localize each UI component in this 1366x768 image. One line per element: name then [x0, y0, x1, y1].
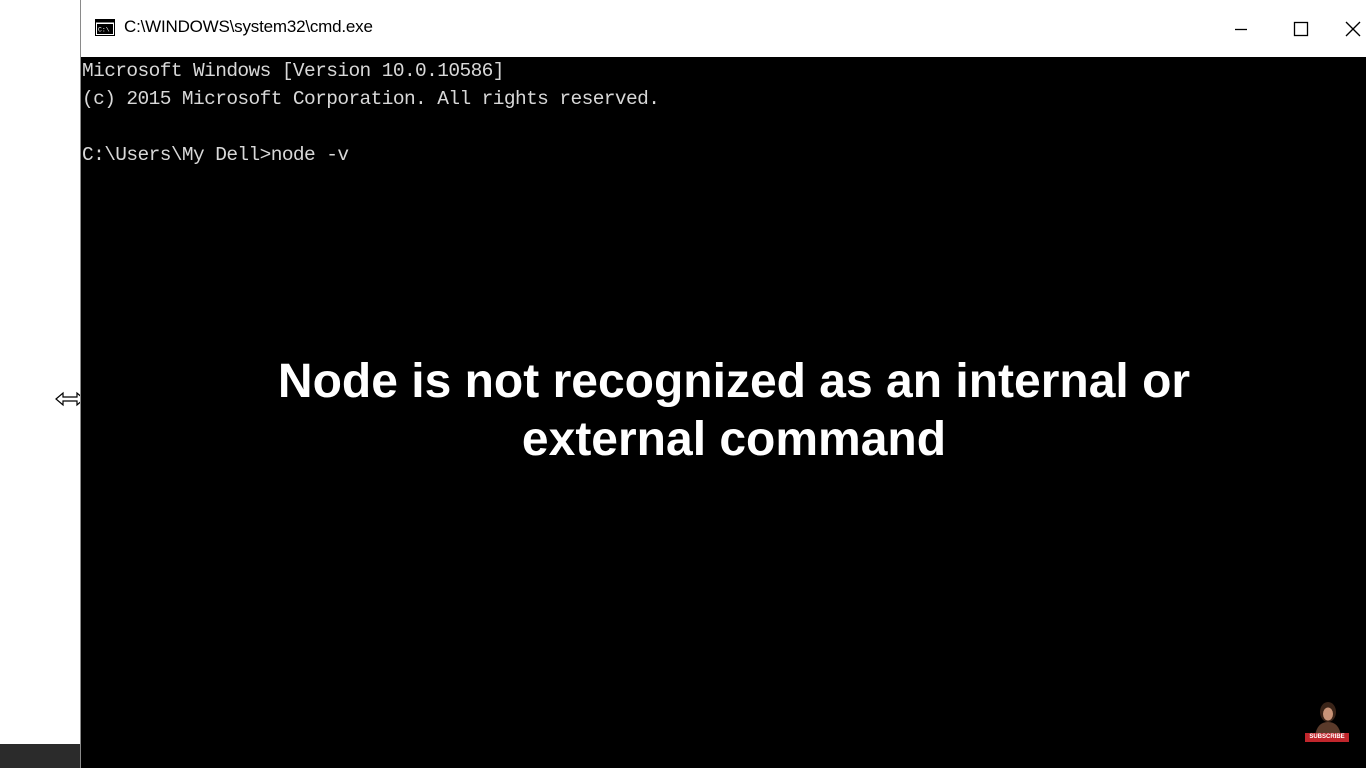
- taskbar-strip: [0, 744, 80, 768]
- cmd-window[interactable]: C:\ C:\WINDOWS\system32\cmd.exe Microsof…: [80, 0, 1366, 768]
- console-line: (c) 2015 Microsoft Corporation. All righ…: [82, 88, 660, 110]
- maximize-icon: [1293, 21, 1309, 36]
- desktop-background: [0, 0, 80, 768]
- subscribe-label: SUBSCRIBE: [1305, 733, 1349, 742]
- overlay-caption: Node is not recognized as an internal or…: [81, 353, 1366, 469]
- minimize-button[interactable]: [1211, 0, 1271, 57]
- overlay-caption-line: external command: [521, 413, 947, 466]
- title-bar[interactable]: C:\ C:\WINDOWS\system32\cmd.exe: [81, 0, 1366, 57]
- cmd-icon: C:\: [95, 19, 115, 36]
- avatar-icon: [1315, 702, 1341, 736]
- svg-text:C:\: C:\: [98, 27, 110, 34]
- window-title: C:\WINDOWS\system32\cmd.exe: [124, 17, 373, 36]
- console-output[interactable]: Microsoft Windows [Version 10.0.10586] (…: [81, 57, 1366, 768]
- close-button[interactable]: [1331, 0, 1366, 57]
- close-icon: [1345, 21, 1361, 36]
- minimize-icon: [1235, 28, 1247, 30]
- command-prompt-line: C:\Users\My Dell>node -v: [82, 144, 349, 166]
- subscribe-badge[interactable]: SUBSCRIBE: [1305, 700, 1349, 742]
- maximize-button[interactable]: [1271, 0, 1331, 57]
- overlay-caption-line: Node is not recognized as an internal or: [277, 355, 1191, 408]
- console-line: Microsoft Windows [Version 10.0.10586]: [82, 60, 504, 82]
